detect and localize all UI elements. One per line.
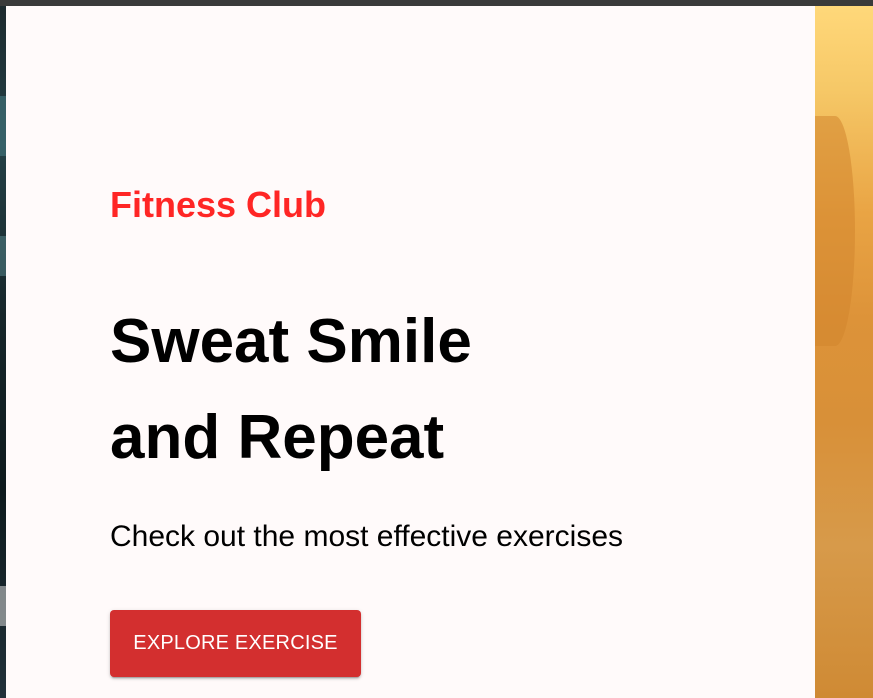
hero-banner: Fitness Club Sweat Smile and Repeat Chec…: [6, 6, 815, 698]
hero-headline: Sweat Smile and Repeat: [110, 294, 472, 486]
hero-image: [815, 6, 873, 698]
explore-exercise-button[interactable]: EXPLORE EXERCISE: [110, 610, 361, 677]
hero-image-detail: [815, 116, 855, 346]
hero-headline-line: Sweat Smile: [110, 307, 472, 376]
hero-headline-line: and Repeat: [110, 403, 445, 472]
brand-eyebrow: Fitness Club: [110, 184, 327, 225]
hero-subtext: Check out the most effective exercises: [110, 520, 624, 553]
